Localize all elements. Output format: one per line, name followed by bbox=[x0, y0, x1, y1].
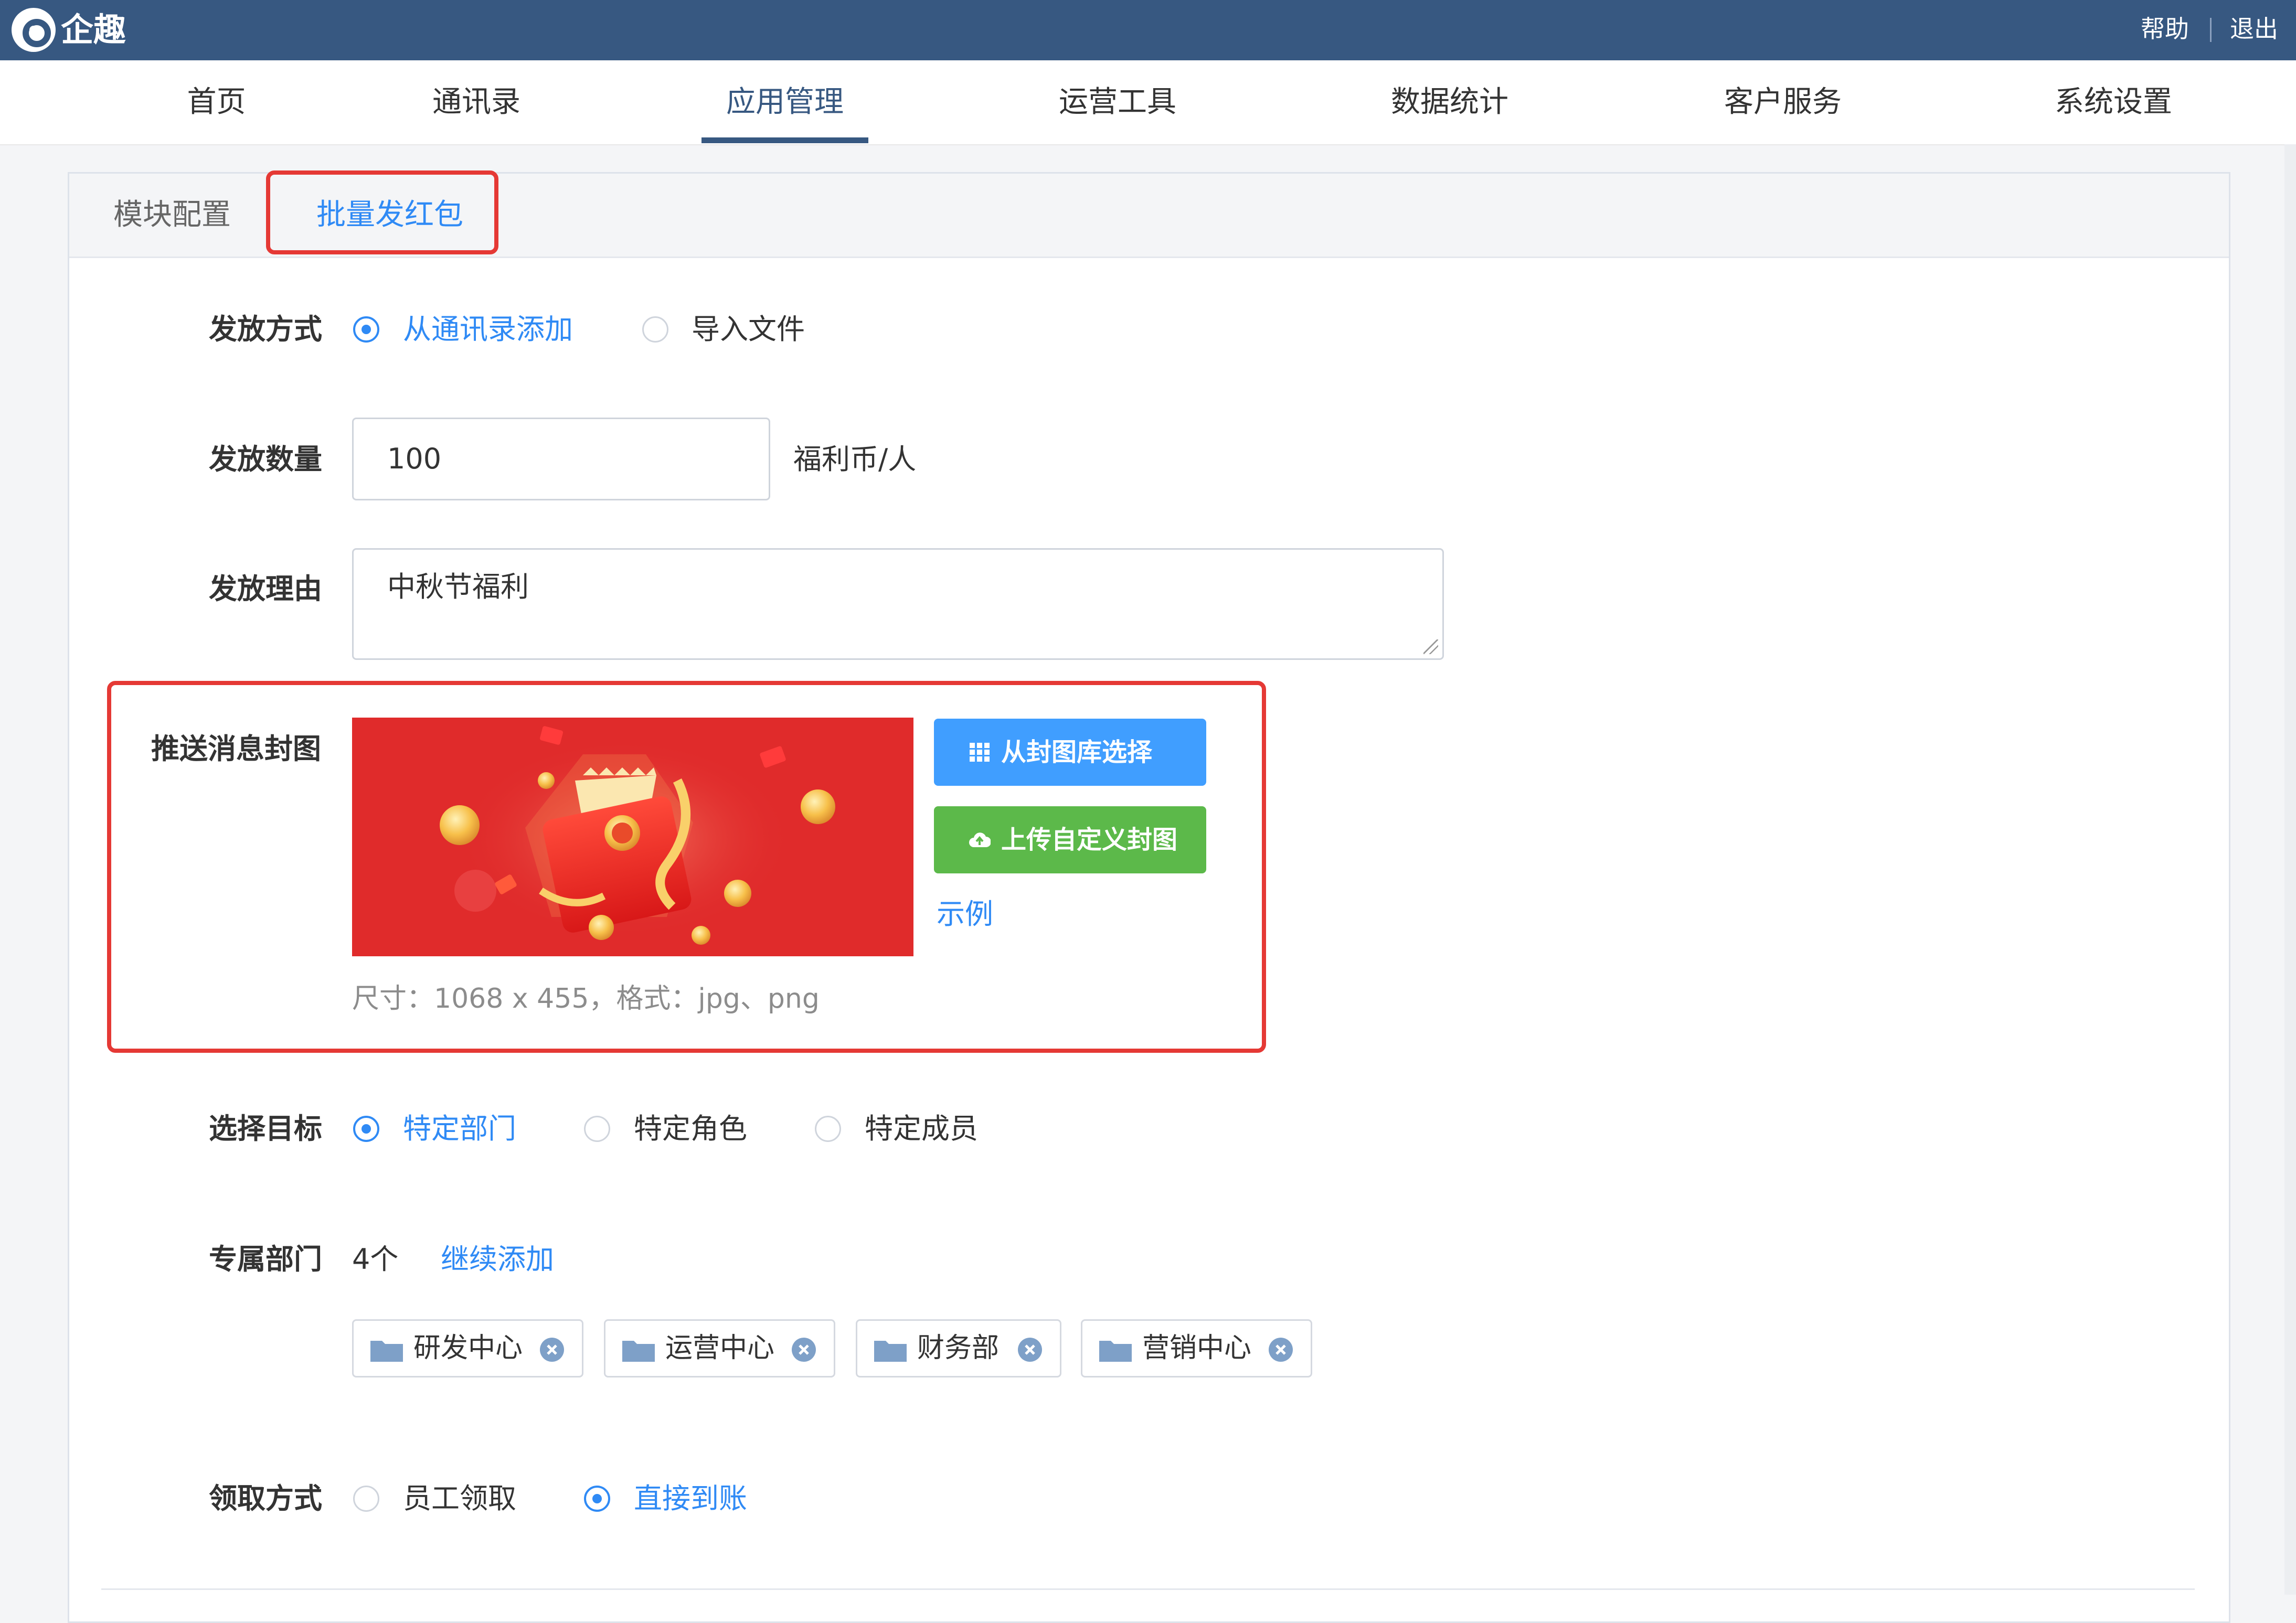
target-radio-member[interactable] bbox=[815, 1116, 841, 1142]
department-tag: 运营中心 bbox=[604, 1319, 835, 1378]
grid-icon bbox=[970, 743, 990, 762]
target-option-role[interactable]: 特定角色 bbox=[634, 1108, 747, 1150]
resize-grip-icon[interactable] bbox=[1423, 639, 1438, 654]
method-option-contacts[interactable]: 从通讯录添加 bbox=[403, 308, 573, 350]
nav-item-system-settings[interactable]: 系统设置 bbox=[2024, 60, 2203, 144]
add-more-departments-link[interactable]: 继续添加 bbox=[441, 1238, 554, 1280]
folder-icon bbox=[874, 1341, 907, 1362]
receive-radio-employee[interactable] bbox=[353, 1486, 379, 1512]
department-tag-label: 研发中心 bbox=[413, 1332, 523, 1364]
upload-custom-cover-button[interactable]: 上传自定义封图 bbox=[934, 806, 1206, 873]
nav-item-data-statistics[interactable]: 数据统计 bbox=[1360, 60, 1539, 144]
help-link[interactable]: 帮助 bbox=[2141, 10, 2189, 47]
remove-tag-icon[interactable] bbox=[1269, 1338, 1293, 1362]
folder-icon bbox=[1099, 1341, 1132, 1362]
receive-option-employee[interactable]: 员工领取 bbox=[403, 1478, 516, 1520]
nav-item-customer-service[interactable]: 客户服务 bbox=[1694, 60, 1872, 144]
remove-tag-icon[interactable] bbox=[1018, 1338, 1042, 1362]
department-tag: 研发中心 bbox=[352, 1319, 583, 1378]
department-tag-label: 财务部 bbox=[917, 1332, 1000, 1364]
red-envelope-illustration bbox=[352, 718, 913, 956]
logout-link[interactable]: 退出 bbox=[2230, 10, 2278, 47]
select-from-library-button[interactable]: 从封图库选择 bbox=[934, 719, 1206, 786]
folder-icon bbox=[622, 1341, 655, 1362]
departments-count: 4个 bbox=[352, 1243, 399, 1276]
target-label: 选择目标 bbox=[209, 1112, 322, 1145]
nav-item-home[interactable]: 首页 bbox=[157, 60, 275, 144]
section-divider bbox=[101, 1588, 2195, 1590]
quantity-input[interactable]: 100 bbox=[352, 418, 770, 500]
receive-label: 领取方式 bbox=[209, 1482, 322, 1515]
target-option-member[interactable]: 特定成员 bbox=[865, 1108, 978, 1150]
departments-label: 专属部门 bbox=[209, 1243, 322, 1276]
reason-text: 中秋节福利 bbox=[387, 570, 529, 603]
department-tag-label: 运营中心 bbox=[665, 1332, 775, 1364]
select-from-library-label: 从封图库选择 bbox=[1001, 738, 1153, 767]
quantity-label: 发放数量 bbox=[209, 443, 322, 476]
tab-module-config[interactable]: 模块配置 bbox=[113, 174, 231, 257]
cloud-upload-icon bbox=[969, 832, 991, 847]
top-bar: 企趣 帮助 退出 bbox=[0, 0, 2296, 60]
remove-tag-icon[interactable] bbox=[540, 1338, 564, 1362]
logo-icon bbox=[12, 8, 56, 52]
nav-item-contacts[interactable]: 通讯录 bbox=[408, 60, 545, 144]
example-link[interactable]: 示例 bbox=[937, 893, 993, 935]
target-radio-role[interactable] bbox=[584, 1116, 610, 1142]
nav-active-indicator bbox=[701, 137, 868, 143]
nav-item-app-management[interactable]: 应用管理 bbox=[701, 60, 868, 144]
quantity-unit: 福利币/人 bbox=[793, 443, 917, 476]
receive-option-direct[interactable]: 直接到账 bbox=[634, 1478, 747, 1520]
reason-textarea[interactable]: 中秋节福利 bbox=[352, 548, 1444, 660]
top-separator bbox=[2210, 18, 2212, 42]
main-nav: 首页 通讯录 应用管理 运营工具 数据统计 客户服务 系统设置 bbox=[0, 60, 2296, 145]
page-scrollbar[interactable] bbox=[2284, 144, 2296, 1595]
tab-highlight-frame bbox=[266, 170, 498, 254]
department-tag: 营销中心 bbox=[1081, 1319, 1312, 1378]
upload-custom-cover-label: 上传自定义封图 bbox=[1001, 825, 1178, 855]
cover-label: 推送消息封图 bbox=[151, 732, 321, 765]
department-tag-label: 营销中心 bbox=[1142, 1332, 1252, 1364]
remove-tag-icon[interactable] bbox=[792, 1338, 816, 1362]
folder-icon bbox=[370, 1341, 403, 1362]
nav-item-operations-tools[interactable]: 运营工具 bbox=[1028, 60, 1207, 144]
reason-label: 发放理由 bbox=[209, 572, 322, 605]
method-label: 发放方式 bbox=[209, 313, 322, 346]
method-radio-contacts[interactable] bbox=[353, 316, 379, 343]
receive-radio-direct[interactable] bbox=[584, 1486, 610, 1512]
cover-size-hint: 尺寸：1068 x 455，格式：jpg、png bbox=[352, 983, 820, 1015]
department-tag: 财务部 bbox=[856, 1319, 1061, 1378]
method-radio-import[interactable] bbox=[642, 316, 668, 343]
method-option-import[interactable]: 导入文件 bbox=[692, 308, 805, 350]
target-radio-department[interactable] bbox=[353, 1116, 379, 1142]
target-option-department[interactable]: 特定部门 bbox=[403, 1108, 516, 1150]
app-title: 企趣 bbox=[61, 10, 126, 49]
cover-image bbox=[352, 718, 913, 956]
